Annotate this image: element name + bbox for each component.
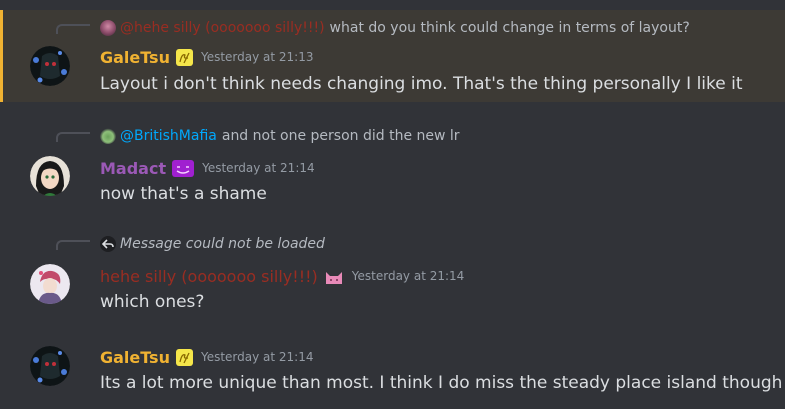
reply-connector (56, 240, 90, 250)
madact-avatar-image (30, 156, 70, 196)
username[interactable]: GaleTsu (100, 48, 170, 67)
hehe-avatar-image (30, 264, 70, 304)
avatar[interactable] (30, 346, 70, 386)
message-header: GaleTsu Yesterday at 21:13 (100, 46, 314, 68)
message-content: which ones? (100, 292, 205, 312)
username[interactable]: Madact (100, 159, 166, 178)
cat-badge-icon[interactable] (324, 268, 344, 285)
reply-preview[interactable]: @BritishMafia and not one person did the… (100, 126, 460, 146)
reply-text: Message could not be loaded (120, 236, 325, 252)
message-header: GaleTsu Yesterday at 21:14 (100, 346, 314, 368)
message-header: Madact Yesterday at 21:14 (100, 157, 315, 179)
reply-text[interactable]: and not one person did the new lr (222, 128, 460, 144)
timestamp[interactable]: Yesterday at 21:14 (201, 350, 314, 364)
reply-preview[interactable]: @hehe silly (ooooooo silly!!!) what do y… (100, 18, 690, 38)
reply-preview: Message could not be loaded (100, 234, 325, 254)
reply-avatar (100, 20, 116, 36)
reply-username[interactable]: @hehe silly (ooooooo silly!!!) (120, 20, 325, 36)
avatar[interactable] (30, 46, 70, 86)
message-2: @BritishMafia and not one person did the… (0, 118, 785, 218)
galetsu-avatar-image (30, 46, 70, 86)
signature-badge-icon[interactable] (175, 348, 193, 366)
avatar[interactable] (30, 264, 70, 304)
username[interactable]: GaleTsu (100, 348, 170, 367)
reply-username[interactable]: @BritishMafia (120, 128, 217, 144)
galetsu-avatar-image (30, 346, 70, 386)
reply-text[interactable]: what do you think could change in terms … (330, 20, 690, 36)
message-content: Layout i don't think needs changing imo.… (100, 74, 743, 94)
avatar[interactable] (30, 156, 70, 196)
username[interactable]: hehe silly (ooooooo silly!!!) (100, 267, 318, 286)
message-content: Its a lot more unique than most. I think… (100, 373, 783, 393)
signature-badge-icon[interactable] (175, 48, 193, 66)
timestamp[interactable]: Yesterday at 21:14 (202, 161, 315, 175)
message-3: Message could not be loaded hehe silly (… (0, 226, 785, 326)
message-4: GaleTsu Yesterday at 21:14 Its a lot mor… (0, 336, 785, 409)
message-header: hehe silly (ooooooo silly!!!) Yesterday … (100, 265, 464, 287)
reply-arrow-icon (100, 236, 116, 252)
reply-avatar (100, 128, 116, 144)
timestamp[interactable]: Yesterday at 21:14 (352, 269, 465, 283)
message-1: @hehe silly (ooooooo silly!!!) what do y… (0, 10, 785, 102)
message-content: now that's a shame (100, 184, 267, 204)
smile-badge-icon[interactable] (172, 159, 195, 177)
timestamp[interactable]: Yesterday at 21:13 (201, 50, 314, 64)
reply-connector (56, 24, 90, 34)
reply-connector (56, 132, 90, 142)
